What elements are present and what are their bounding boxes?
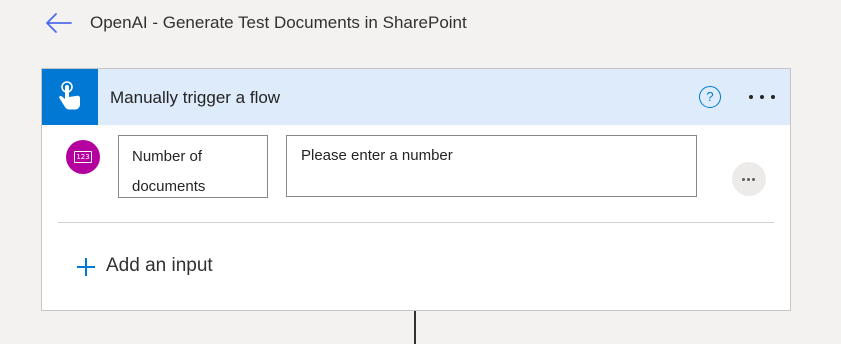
input-label-line2: documents	[132, 178, 206, 195]
plus-icon	[76, 257, 96, 277]
number-icon: 123	[66, 140, 100, 174]
card-title: Manually trigger a flow	[110, 88, 281, 107]
help-icon[interactable]: ?	[699, 86, 721, 108]
arrow-left-icon[interactable]	[44, 10, 74, 36]
top-bar: OpenAI - Generate Test Documents in Shar…	[0, 0, 841, 48]
input-label-field[interactable]: Number of documents	[118, 135, 268, 198]
add-input-label: Add an input	[106, 255, 213, 276]
ellipsis-icon[interactable]	[732, 162, 766, 196]
number-glyph: 123	[74, 151, 92, 163]
input-prompt-field[interactable]: Please enter a number	[286, 135, 697, 197]
trigger-card: Manually trigger a flow ? 123 Number of …	[41, 68, 791, 311]
ellipsis-icon[interactable]	[745, 85, 779, 107]
touch-hand-icon	[42, 69, 98, 125]
trigger-card-header[interactable]: Manually trigger a flow ?	[42, 69, 790, 125]
page-title: OpenAI - Generate Test Documents in Shar…	[90, 13, 467, 32]
input-label-line1: Number of	[132, 148, 203, 165]
divider	[58, 222, 774, 223]
flow-connector-line	[414, 311, 416, 344]
